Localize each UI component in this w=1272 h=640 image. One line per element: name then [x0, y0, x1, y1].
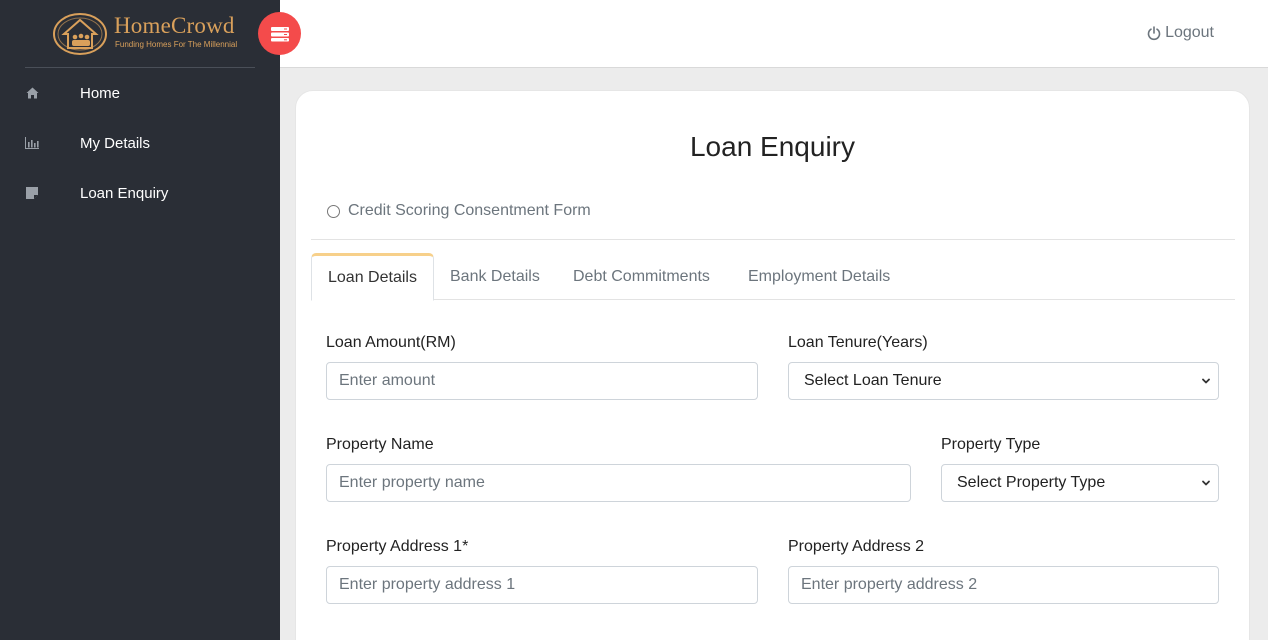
tab-debt-commitments[interactable]: Debt Commitments	[557, 253, 726, 300]
home-icon	[25, 86, 39, 100]
sidebar-item-label: Loan Enquiry	[80, 184, 169, 202]
brand-name: HomeCrowd	[114, 13, 235, 38]
page-title: Loan Enquiry	[689, 131, 855, 162]
menu-stack-icon	[270, 26, 289, 41]
consent-label: Credit Scoring Consentment Form	[348, 202, 591, 219]
chevron-down-icon	[1202, 378, 1210, 384]
sidebar: HomeCrowd Funding Homes For The Millenni…	[0, 0, 280, 640]
consent-radio-option[interactable]: Credit Scoring Consentment Form	[327, 202, 591, 220]
divider	[311, 239, 1235, 240]
bar-chart-icon	[25, 136, 39, 150]
loan-amount-input[interactable]	[326, 362, 758, 400]
chevron-down-icon	[1202, 480, 1210, 486]
sidebar-item-my-details[interactable]: My Details	[0, 118, 280, 168]
sidebar-item-label: My Details	[80, 134, 151, 152]
property-type-selected: Select Property Type	[957, 474, 1106, 491]
loan-tenure-selected: Select Loan Tenure	[804, 372, 942, 389]
tab-employment-details[interactable]: Employment Details	[732, 253, 906, 300]
loan-tenure-select[interactable]: Select Loan Tenure	[788, 362, 1219, 400]
loan-enquiry-card: Loan Enquiry Credit Scoring Consentment …	[295, 90, 1250, 640]
property-address-1-input[interactable]	[326, 566, 758, 604]
property-address-1-label: Property Address 1*	[326, 538, 469, 555]
brand-logo[interactable]: HomeCrowd Funding Homes For The Millenni…	[52, 10, 242, 58]
property-address-2-label: Property Address 2	[788, 538, 925, 555]
loan-tenure-label: Loan Tenure(Years)	[788, 334, 928, 351]
logout-button[interactable]: Logout	[1147, 24, 1214, 42]
sidebar-toggle-button[interactable]	[258, 12, 301, 55]
note-icon	[25, 186, 39, 200]
loan-amount-label: Loan Amount(RM)	[326, 334, 456, 351]
property-type-select[interactable]: Select Property Type	[941, 464, 1219, 502]
brand-tagline: Funding Homes For The Millennial	[115, 40, 238, 49]
sidebar-item-home[interactable]: Home	[0, 68, 280, 118]
property-name-input[interactable]	[326, 464, 911, 502]
top-bar: Logout	[280, 0, 1270, 68]
house-logo-icon	[53, 13, 107, 55]
tab-bank-details[interactable]: Bank Details	[434, 253, 556, 300]
power-icon	[1147, 25, 1161, 40]
form-tabs: Loan Details Bank Details Debt Commitmen…	[311, 253, 1235, 301]
sidebar-item-loan-enquiry[interactable]: Loan Enquiry	[0, 168, 280, 218]
property-type-label: Property Type	[941, 436, 1041, 453]
tab-loan-details[interactable]: Loan Details	[311, 253, 434, 301]
sidebar-nav: Home My Details Loan Enquiry	[0, 68, 280, 218]
property-name-label: Property Name	[326, 436, 434, 453]
logout-label: Logout	[1165, 24, 1214, 41]
sidebar-item-label: Home	[80, 84, 121, 102]
property-address-2-input[interactable]	[788, 566, 1219, 604]
page-scrollbar[interactable]	[1268, 0, 1272, 640]
consent-radio[interactable]	[327, 204, 340, 218]
